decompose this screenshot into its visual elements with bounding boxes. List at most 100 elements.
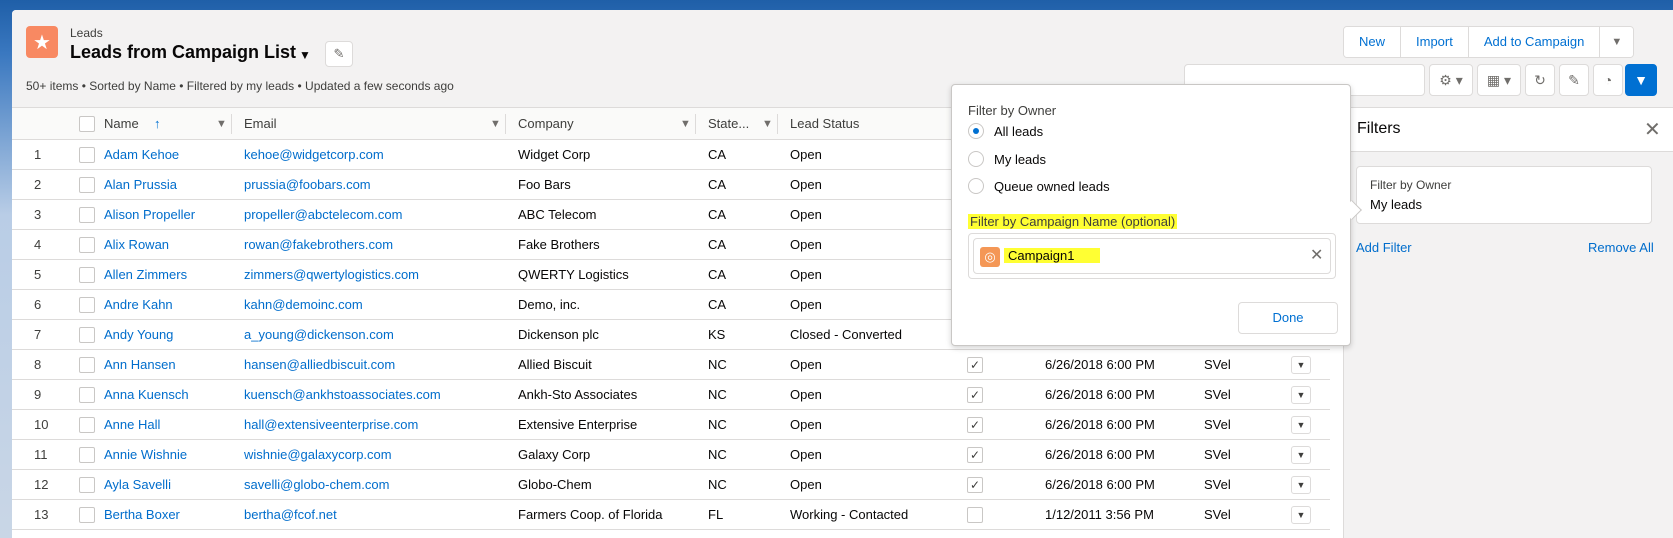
row-select-checkbox[interactable] [79, 297, 95, 313]
row-select-checkbox[interactable] [79, 207, 95, 223]
lead-name-link[interactable]: Anne Hall [104, 410, 160, 440]
unread-checkbox: ✓ [967, 447, 983, 463]
row-select-checkbox[interactable] [79, 237, 95, 253]
filter-by-owner-label: Filter by Owner [968, 103, 1057, 118]
refresh-icon[interactable]: ↻ [1525, 64, 1555, 96]
row-select-checkbox[interactable] [79, 387, 95, 403]
add-filter-link[interactable]: Add Filter [1356, 240, 1412, 255]
lead-name-link[interactable]: Annie Wishnie [104, 440, 187, 470]
row-actions-chevron-down-icon[interactable]: ▼ [1291, 416, 1311, 434]
row-select-checkbox[interactable] [79, 147, 95, 163]
row-select-checkbox[interactable] [79, 177, 95, 193]
campaign-lookup-field[interactable]: ◎ Campaign1 ✕ [968, 233, 1336, 279]
done-button[interactable]: Done [1238, 302, 1338, 334]
lead-state: KS [708, 327, 726, 342]
column-header-company[interactable]: Company [518, 108, 574, 140]
lead-name-link[interactable]: Alan Prussia [104, 170, 177, 200]
column-header-name[interactable]: Name [104, 108, 139, 140]
close-icon[interactable]: ✕ [1644, 117, 1661, 142]
campaign-pill[interactable]: ◎ Campaign1 ✕ [973, 238, 1331, 274]
lead-name-link[interactable]: Adam Kehoe [104, 140, 179, 170]
add-to-campaign-button[interactable]: Add to Campaign [1468, 27, 1601, 57]
lead-created-date: 1/12/2011 3:56 PM [1045, 507, 1154, 522]
lead-email-link[interactable]: savelli@globo-chem.com [244, 470, 389, 500]
row-select-checkbox[interactable] [79, 357, 95, 373]
column-header-state[interactable]: State... [708, 108, 749, 140]
pencil-icon[interactable]: ✎ [1559, 64, 1589, 96]
lead-email-link[interactable]: zimmers@qwertylogistics.com [244, 260, 419, 290]
lead-email-link[interactable]: kahn@demoinc.com [244, 290, 363, 320]
row-actions-chevron-down-icon[interactable]: ▼ [1291, 506, 1311, 524]
lead-email-link[interactable]: a_young@dickenson.com [244, 320, 394, 350]
lead-email-link[interactable]: rowan@fakebrothers.com [244, 230, 393, 260]
row-actions-chevron-down-icon[interactable]: ▼ [1291, 476, 1311, 494]
chevron-down-icon[interactable]: ▼ [490, 108, 501, 140]
column-header-lead-status[interactable]: Lead Status [790, 108, 859, 140]
lead-created-date: 6/26/2018 6:00 PM [1045, 477, 1155, 492]
chevron-down-icon[interactable]: ▼ [680, 108, 691, 140]
radio-queue-owned-leads[interactable]: Queue owned leads [968, 176, 1110, 196]
lead-name-link[interactable]: Anna Kuensch [104, 380, 189, 410]
lead-email-link[interactable]: kuensch@ankhstoassociates.com [244, 380, 441, 410]
row-select-checkbox[interactable] [79, 447, 95, 463]
radio-button[interactable] [968, 178, 984, 194]
close-icon[interactable]: ✕ [1310, 245, 1323, 265]
lead-email-link[interactable]: prussia@foobars.com [244, 170, 371, 200]
radio-button[interactable] [968, 151, 984, 167]
list-view-switcher-icon[interactable]: ▼ [299, 48, 311, 62]
import-button[interactable]: Import [1401, 27, 1469, 57]
remove-all-link[interactable]: Remove All [1588, 240, 1654, 255]
select-all-checkbox[interactable] [79, 116, 95, 132]
row-select-checkbox[interactable] [79, 267, 95, 283]
chevron-down-icon[interactable]: ▼ [762, 108, 773, 140]
page-title[interactable]: Leads from Campaign List [70, 42, 296, 63]
row-actions-chevron-down-icon[interactable]: ▼ [1291, 356, 1311, 374]
lead-status: Open [790, 297, 822, 312]
table-row: 8 Ann Hansen hansen@alliedbiscuit.com Allie… [12, 350, 1330, 380]
new-button[interactable]: New [1344, 27, 1402, 57]
lead-name-link[interactable]: Alison Propeller [104, 200, 195, 230]
row-select-checkbox[interactable] [79, 417, 95, 433]
lead-created-date: 6/26/2018 6:00 PM [1045, 387, 1155, 402]
owner-filter-card[interactable]: Filter by Owner My leads [1356, 166, 1652, 224]
row-actions-chevron-down-icon[interactable]: ▼ [1291, 386, 1311, 404]
chevron-down-icon[interactable]: ▼ [216, 108, 227, 140]
list-info: 50+ items • Sorted by Name • Filtered by… [26, 79, 454, 93]
row-number: 5 [34, 267, 42, 282]
row-actions-chevron-down-icon[interactable]: ▼ [1291, 446, 1311, 464]
lead-name-link[interactable]: Bertha Boxer [104, 500, 180, 530]
lead-owner-alias: SVel [1204, 507, 1231, 522]
lead-name-link[interactable]: Ayla Savelli [104, 470, 171, 500]
lead-name-link[interactable]: Andre Kahn [104, 290, 173, 320]
table-row: 13 Bertha Boxer bertha@fcof.net Farmers Coo… [12, 500, 1330, 530]
lead-email-link[interactable]: wishnie@galaxycorp.com [244, 440, 392, 470]
row-select-checkbox[interactable] [79, 327, 95, 343]
column-header-email[interactable]: Email [244, 108, 277, 140]
lead-email-link[interactable]: hansen@alliedbiscuit.com [244, 350, 395, 380]
lead-name-link[interactable]: Andy Young [104, 320, 173, 350]
row-select-checkbox[interactable] [79, 507, 95, 523]
pie-chart-icon[interactable]: ◔ [1593, 64, 1623, 96]
radio-button[interactable] [968, 123, 984, 139]
lead-name-link[interactable]: Allen Zimmers [104, 260, 187, 290]
filter-icon[interactable]: ▼ [1625, 64, 1657, 96]
lead-name-link[interactable]: Alix Rowan [104, 230, 169, 260]
lead-company: Ankh-Sto Associates [518, 387, 638, 402]
table-row: 9 Anna Kuensch kuensch@ankhstoassociates.c… [12, 380, 1330, 410]
lead-state: FL [708, 507, 724, 522]
gear-icon[interactable]: ⚙ ▾ [1429, 64, 1473, 96]
lead-email-link[interactable]: hall@extensiveenterprise.com [244, 410, 418, 440]
lead-owner-alias: SVel [1204, 387, 1231, 402]
lead-name-link[interactable]: Ann Hansen [104, 350, 176, 380]
lead-email-link[interactable]: kehoe@widgetcorp.com [244, 140, 384, 170]
pin-icon[interactable]: ✎ [325, 41, 353, 67]
radio-all-leads[interactable]: All leads [968, 121, 1043, 141]
lead-email-link[interactable]: bertha@fcof.net [244, 500, 337, 530]
row-select-checkbox[interactable] [79, 477, 95, 493]
row-number: 7 [34, 327, 42, 342]
radio-my-leads[interactable]: My leads [968, 149, 1046, 169]
row-number: 2 [34, 177, 42, 192]
lead-email-link[interactable]: propeller@abctelecom.com [244, 200, 402, 230]
table-icon[interactable]: ▦ ▾ [1477, 64, 1521, 96]
more-actions-chevron-down-icon[interactable]: ▼ [1600, 27, 1634, 57]
